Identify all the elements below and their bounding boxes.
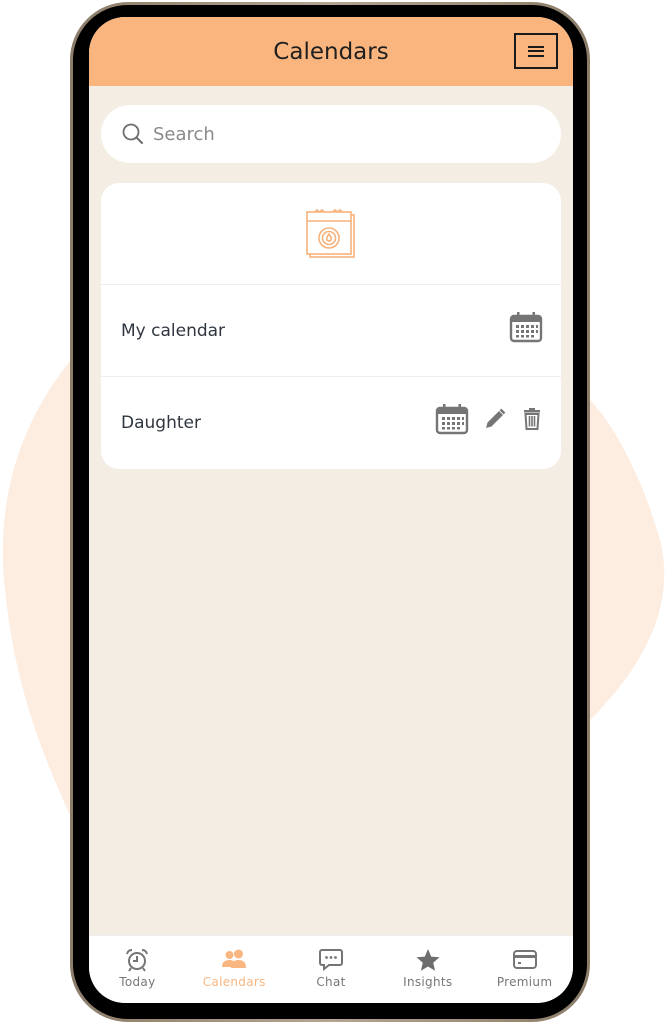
search-input[interactable] <box>151 122 535 146</box>
calendar-icon <box>509 312 543 343</box>
calendars-card: My calendar Daughter <box>101 183 561 469</box>
card-header <box>101 183 561 285</box>
app-screen: Calendars Search My calendar Daughter To… <box>89 17 573 1003</box>
app-header: Calendars <box>89 17 573 86</box>
calendar-drop-icon <box>306 208 355 258</box>
pencil-icon <box>486 408 506 428</box>
tab-label: Chat <box>316 975 346 989</box>
tab-premium[interactable]: Premium <box>476 936 573 1003</box>
tab-calendars[interactable]: Calendars <box>186 936 283 1003</box>
menu-button[interactable] <box>514 33 558 69</box>
tab-insights[interactable]: Insights <box>379 936 476 1003</box>
tab-chat[interactable]: Chat <box>283 936 380 1003</box>
tab-label: Premium <box>496 975 553 989</box>
search-icon <box>122 123 143 144</box>
calendar-name: My calendar <box>121 320 226 341</box>
delete-calendar-button[interactable] <box>521 407 543 431</box>
edit-calendar-button[interactable] <box>483 407 507 431</box>
calendar-name: Daughter <box>121 413 201 433</box>
trash-icon <box>524 408 540 430</box>
calendar-row[interactable]: Daughter <box>101 377 561 469</box>
alarm-clock-icon <box>126 949 149 972</box>
star-icon <box>416 949 440 971</box>
users-icon <box>222 949 247 968</box>
calendar-row[interactable]: My calendar <box>101 285 561 377</box>
view-calendar-button[interactable] <box>435 403 469 435</box>
tab-today[interactable]: Today <box>89 936 186 1003</box>
tab-label: Today <box>119 975 156 989</box>
page-title: Calendars <box>273 39 389 65</box>
chat-bubble-icon <box>318 949 343 972</box>
bottom-tab-bar: Today Calendars Chat Insights Premium <box>89 935 573 1003</box>
calendar-icon <box>435 404 469 435</box>
view-calendar-button[interactable] <box>509 311 543 343</box>
hamburger-menu-icon <box>528 45 544 57</box>
tab-label: Insights <box>403 975 453 989</box>
credit-card-icon <box>512 950 537 969</box>
search-bar[interactable] <box>101 105 561 163</box>
tab-label: Calendars <box>202 975 266 989</box>
